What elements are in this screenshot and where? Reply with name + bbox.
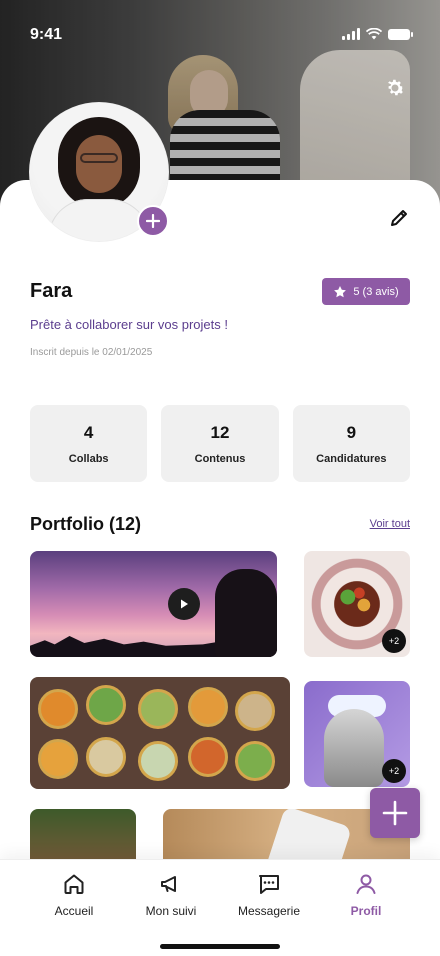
stat-label: Collabs [68,452,109,465]
rating-badge[interactable]: 5 (3 avis) [322,278,410,305]
message-icon [259,875,279,894]
stat-card-contenus[interactable]: 12 Contenus [161,405,279,482]
home-icon [64,874,84,894]
portfolio-image-tile[interactable]: +2 [304,551,410,657]
user-icon [356,874,376,894]
profile-screen: 9:41 Fara 5 (3 avis) Prête à collaborer … [0,0,440,956]
stat-label: Candidatures [316,452,387,465]
joined-date: Inscrit depuis le 02/01/2025 [30,347,153,358]
portfolio-video-tile[interactable] [30,551,277,657]
stat-value: 9 [346,422,357,442]
wifi-icon [366,28,382,40]
add-content-button[interactable] [370,788,420,838]
more-count-badge: +2 [382,629,406,653]
settings-button[interactable] [381,74,409,102]
status-time: 9:41 [30,26,63,43]
signal-icon [342,28,360,40]
portfolio-title: Portfolio (12) [30,514,141,534]
star-icon [334,285,347,297]
bottom-nav: Accueil Mon suivi Messagerie Profil [0,859,440,956]
play-icon[interactable] [168,588,200,620]
nav-label: Messagerie [237,904,301,918]
portfolio-image-tile[interactable]: +2 [304,681,410,787]
nav-item-mon-suivi[interactable]: Mon suivi [123,872,219,918]
stat-label: Contenus [194,452,246,465]
rating-text: 5 (3 avis) [353,285,399,298]
plus-icon [146,214,160,228]
see-all-link[interactable]: Voir tout [370,518,410,530]
portfolio-image-tile[interactable] [30,677,290,789]
more-count-badge: +2 [382,759,406,783]
profile-tagline: Prête à collaborer sur vos projets ! [30,317,228,332]
stat-value: 4 [83,422,94,442]
add-photo-button[interactable] [137,205,169,237]
nav-item-profil[interactable]: Profil [318,872,414,918]
nav-label: Profil [350,904,382,918]
status-icons [342,28,413,40]
profile-name: Fara [30,280,73,302]
nav-item-messagerie[interactable]: Messagerie [221,872,317,918]
stats-row: 4 Collabs 12 Contenus 9 Candidatures [30,405,410,482]
edit-profile-button[interactable] [388,207,410,229]
status-bar: 9:41 [0,0,440,70]
stat-card-candidatures[interactable]: 9 Candidatures [292,405,410,482]
stat-card-collabs[interactable]: 4 Collabs [30,405,148,482]
megaphone-icon [161,876,176,892]
plus-icon [382,800,408,826]
stat-value: 12 [210,422,230,442]
battery-icon [388,28,413,40]
home-indicator [160,944,280,949]
nav-label: Mon suivi [145,904,197,918]
nav-label: Accueil [54,904,94,918]
gear-icon [388,79,405,96]
nav-item-accueil[interactable]: Accueil [26,872,122,918]
pencil-icon [391,210,407,226]
